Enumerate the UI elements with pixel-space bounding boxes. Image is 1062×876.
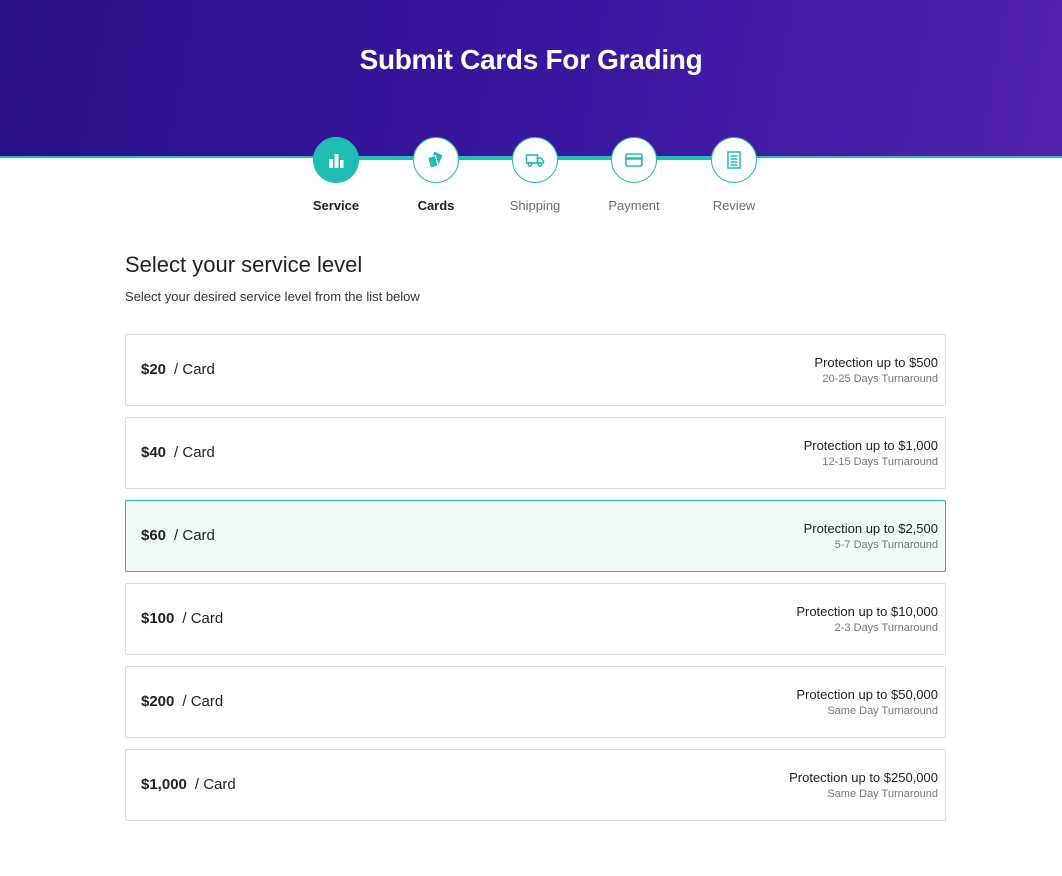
option-price: $20 / Card <box>141 361 215 378</box>
credit-card-icon <box>625 153 643 167</box>
step-cards-circle <box>413 137 459 183</box>
price-amount: $1,000 <box>141 776 187 793</box>
service-level-option[interactable]: $200 / Card Protection up to $50,000 Same… <box>125 666 946 738</box>
per-card-label: / Card <box>174 444 215 461</box>
receipt-icon <box>727 151 741 169</box>
per-card-label: / Card <box>174 527 215 544</box>
section-title: Select your service level <box>125 252 363 277</box>
per-card-label: / Card <box>182 610 224 627</box>
step-review-circle <box>711 137 757 183</box>
option-details: Protection up to $1,000 12-15 Days Turna… <box>804 438 938 468</box>
turnaround-text: 20-25 Days Turnaround <box>822 373 938 385</box>
option-details: Protection up to $50,000 Same Day Turnar… <box>796 687 938 717</box>
option-price: $200 / Card <box>141 693 223 710</box>
cards-icon <box>427 151 443 169</box>
protection-text: Protection up to $500 <box>814 355 938 370</box>
price-amount: $60 <box>141 527 167 544</box>
turnaround-text: Same Day Turnaround <box>827 788 938 800</box>
service-level-option-selected[interactable]: $60 / Card Protection up to $2,500 5-7 Da… <box>125 500 946 572</box>
protection-text: Protection up to $2,500 <box>803 521 938 536</box>
step-payment[interactable]: Payment <box>584 137 684 213</box>
step-payment-circle <box>611 137 657 183</box>
step-shipping[interactable]: Shipping <box>485 137 585 213</box>
option-details: Protection up to $500 20-25 Days Turnaro… <box>814 355 938 385</box>
service-level-option[interactable]: $40 / Card Protection up to $1,000 12-15 … <box>125 417 946 489</box>
option-details: Protection up to $10,000 2-3 Days Turnar… <box>796 604 938 634</box>
turnaround-text: 5-7 Days Turnaround <box>834 539 938 551</box>
page-title: Submit Cards For Grading <box>359 44 703 75</box>
section-subtitle: Select your desired service level from t… <box>125 289 420 304</box>
price-amount: $100 <box>141 610 175 627</box>
page-header: Submit Cards For Grading <box>0 0 1062 158</box>
step-cards[interactable]: Cards <box>386 137 486 213</box>
option-price: $60 / Card <box>141 527 215 544</box>
step-shipping-circle <box>512 137 558 183</box>
option-price: $100 / Card <box>141 610 223 627</box>
per-card-label: / Card <box>182 693 224 710</box>
step-service-circle <box>313 137 359 183</box>
step-review[interactable]: Review <box>684 137 784 213</box>
turnaround-text: 2-3 Days Turnaround <box>834 622 938 634</box>
price-amount: $200 <box>141 693 175 710</box>
step-cards-label: Cards <box>417 198 455 213</box>
service-level-option[interactable]: $1,000 / Card Protection up to $250,000 S… <box>125 749 946 821</box>
price-amount: $40 <box>141 444 167 461</box>
service-level-option[interactable]: $100 / Card Protection up to $10,000 2-3 … <box>125 583 946 655</box>
step-shipping-label: Shipping <box>509 198 561 213</box>
option-details: Protection up to $2,500 5-7 Days Turnaro… <box>804 521 938 551</box>
service-level-option[interactable]: $20 / Card Protection up to $500 20-25 Da… <box>125 334 946 406</box>
protection-text: Protection up to $10,000 <box>796 604 938 619</box>
progress-stepper: Service Cards Shipping Payment Review <box>0 137 1062 227</box>
turnaround-text: Same Day Turnaround <box>827 705 938 717</box>
step-review-label: Review <box>712 198 756 213</box>
turnaround-text: 12-15 Days Turnaround <box>822 456 938 468</box>
step-service-label: Service <box>312 198 360 213</box>
bar-chart-icon <box>329 154 344 168</box>
option-price: $40 / Card <box>141 444 215 461</box>
service-level-list: $20 / Card Protection up to $500 20-25 Da… <box>125 334 946 832</box>
protection-text: Protection up to $1,000 <box>803 438 938 453</box>
protection-text: Protection up to $50,000 <box>796 687 938 702</box>
per-card-label: / Card <box>194 776 236 793</box>
protection-text: Protection up to $250,000 <box>789 770 938 785</box>
option-details: Protection up to $250,000 Same Day Turna… <box>789 770 938 800</box>
truck-icon <box>525 154 545 167</box>
per-card-label: / Card <box>174 361 215 378</box>
step-service[interactable]: Service <box>286 137 386 213</box>
option-price: $1,000 / Card <box>141 776 236 793</box>
price-amount: $20 <box>141 361 167 378</box>
step-payment-label: Payment <box>608 198 660 213</box>
